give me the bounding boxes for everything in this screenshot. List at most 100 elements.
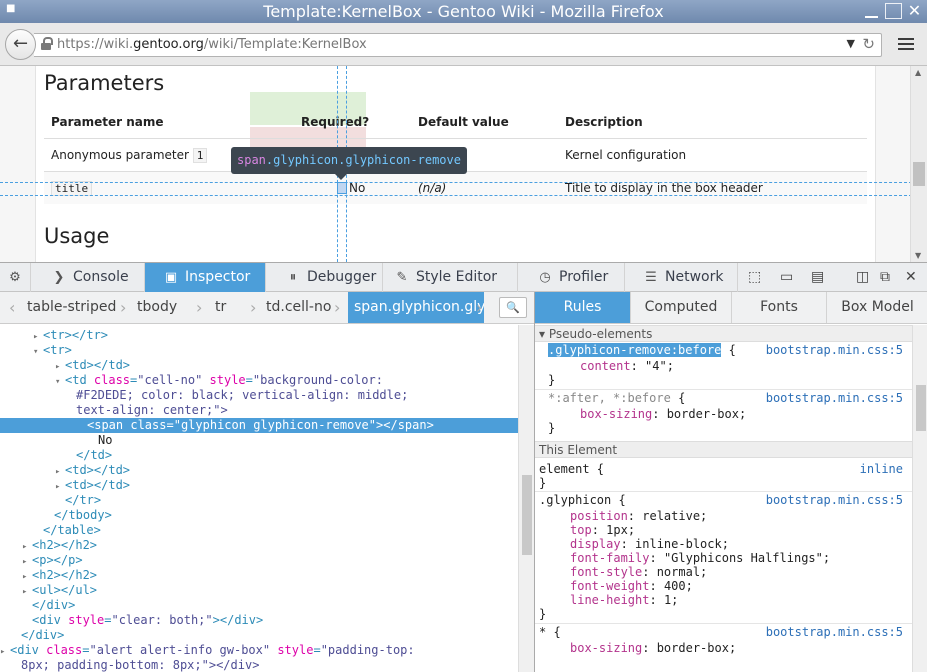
- param-description: Title to display in the box header: [565, 181, 763, 195]
- url-dropdown-icon[interactable]: ▼: [847, 37, 855, 50]
- markup-node[interactable]: No: [0, 433, 518, 448]
- reload-icon[interactable]: ↻: [862, 35, 875, 53]
- table-header-row: Parameter name Required? Default value D…: [44, 110, 867, 138]
- css-rule-selector[interactable]: * {bootstrap.min.css:5: [539, 625, 912, 639]
- markup-node[interactable]: ▸ <ul></ul>: [0, 583, 518, 598]
- markup-node[interactable]: </table>: [0, 523, 518, 538]
- attribute-name: style: [270, 643, 314, 657]
- css-declaration[interactable]: line-height: 1;: [570, 593, 912, 607]
- breadcrumb-scroll-left-icon[interactable]: ‹: [9, 292, 15, 323]
- tab-profiler[interactable]: ◷ Profiler: [518, 263, 625, 292]
- rules-scrollbar[interactable]: [912, 325, 927, 672]
- pick-element-icon[interactable]: ⬚: [748, 269, 761, 285]
- css-declaration[interactable]: font-weight: 400;: [570, 579, 912, 593]
- breadcrumb-item-selected[interactable]: span.glyphicon.gly: [348, 292, 484, 323]
- search-icon[interactable]: 🔍: [499, 297, 527, 318]
- tag-name: </td>: [76, 448, 113, 462]
- markup-node[interactable]: ▸ <td></td>: [0, 478, 518, 493]
- tab-inspector[interactable]: ▣ Inspector: [145, 263, 266, 292]
- lock-icon[interactable]: [41, 37, 53, 51]
- responsive-mode-icon[interactable]: ▤: [811, 269, 824, 285]
- markup-node[interactable]: </div>: [0, 628, 518, 643]
- tab-debugger[interactable]: ⏸ Debugger: [266, 263, 383, 292]
- markup-node[interactable]: 8px; padding-bottom: 8px;"></div>: [0, 658, 518, 672]
- url-bar[interactable]: https://wiki.gentoo.org/wiki/Template:Ke…: [34, 33, 882, 57]
- css-rule-selector[interactable]: element {inline: [539, 462, 912, 476]
- markup-node[interactable]: ▸ <td></td>: [0, 463, 518, 478]
- css-source-link: inline: [859, 462, 903, 476]
- markup-node[interactable]: </td>: [0, 448, 518, 463]
- markup-node[interactable]: ▸ <tr></tr>: [0, 328, 518, 343]
- header-description: Description: [565, 115, 643, 129]
- markup-scrollbar[interactable]: [518, 325, 534, 672]
- markup-node[interactable]: </div>: [0, 598, 518, 613]
- hamburger-menu-icon[interactable]: [893, 35, 919, 55]
- tab-network[interactable]: ☰ Network: [625, 263, 738, 292]
- minimize-button[interactable]: [863, 3, 880, 19]
- scrollbar-thumb[interactable]: [913, 162, 925, 186]
- tab-rules[interactable]: Rules: [535, 292, 631, 323]
- markup-node[interactable]: </tbody>: [0, 508, 518, 523]
- css-declaration[interactable]: top: 1px;: [570, 523, 912, 537]
- dock-side-icon[interactable]: ◫: [856, 269, 869, 285]
- css-declaration[interactable]: position: relative;: [570, 509, 912, 523]
- breadcrumb-scroll-right-icon[interactable]: ›: [476, 292, 482, 323]
- scrollbar-thumb[interactable]: [916, 385, 926, 431]
- tag-name: ></div>: [212, 613, 264, 627]
- markup-node[interactable]: <div style="clear: both;"></div>: [0, 613, 518, 628]
- rules-view[interactable]: ▾ Pseudo-elements .glyphicon-remove:befo…: [535, 325, 912, 672]
- tab-style-editor[interactable]: ✎ Style Editor: [383, 263, 518, 292]
- pseudo-elements-header[interactable]: ▾ Pseudo-elements: [535, 325, 912, 342]
- tab-computed[interactable]: Computed: [631, 292, 732, 323]
- markup-node[interactable]: ▾ <td class="cell-no" style="background-c…: [0, 373, 518, 388]
- markup-node[interactable]: ▸ <h2></h2>: [0, 568, 518, 583]
- header-parameter-name: Parameter name: [51, 115, 164, 129]
- breadcrumb-item[interactable]: td.cell-no: [266, 292, 331, 323]
- close-devtools-icon[interactable]: ✕: [905, 269, 917, 285]
- markup-node[interactable]: ▸ <div class="alert alert-info gw-box" st…: [0, 643, 518, 658]
- undock-window-icon[interactable]: ⧉: [880, 269, 890, 285]
- scrollbar-thumb[interactable]: [522, 475, 532, 555]
- back-button[interactable]: ←: [5, 29, 36, 60]
- markup-node[interactable]: ▸ <p></p>: [0, 553, 518, 568]
- css-rule-close: }: [548, 373, 556, 387]
- sidebar-tabs: Rules Computed Fonts Box Model: [535, 292, 927, 324]
- markup-node[interactable]: ▸ <h2></h2>: [0, 538, 518, 553]
- markup-node[interactable]: text-align: center;">: [0, 403, 518, 418]
- css-declaration[interactable]: content: "4";: [580, 359, 912, 373]
- css-source-link[interactable]: bootstrap.min.css:5: [766, 493, 903, 507]
- url-text[interactable]: https://wiki.gentoo.org/wiki/Template:Ke…: [57, 37, 367, 52]
- breadcrumb-item[interactable]: tr: [215, 292, 226, 323]
- breadcrumb-item[interactable]: tbody: [137, 292, 177, 323]
- text-node: No: [98, 433, 113, 447]
- split-console-icon[interactable]: ▭: [780, 269, 793, 285]
- css-declaration[interactable]: display: inline-block;: [570, 537, 912, 551]
- css-declaration[interactable]: box-sizing: border-box;: [570, 641, 912, 655]
- markup-node[interactable]: </tr>: [0, 493, 518, 508]
- css-source-link[interactable]: bootstrap.min.css:5: [766, 625, 903, 639]
- css-rule-selector[interactable]: .glyphicon-remove:before {bootstrap.min.…: [548, 343, 912, 357]
- css-declaration[interactable]: box-sizing: border-box;: [580, 407, 912, 421]
- css-source-link[interactable]: bootstrap.min.css:5: [766, 343, 903, 357]
- close-window-button[interactable]: ✕: [906, 3, 923, 19]
- markup-node[interactable]: ▸ <td></td>: [0, 358, 518, 373]
- markup-node[interactable]: ▾ <tr>: [0, 343, 518, 358]
- markup-view[interactable]: ▸ <tr></tr> ▾ <tr> ▸ <td></td> ▾ <td class="cel…: [0, 325, 518, 672]
- maximize-button[interactable]: [885, 3, 902, 19]
- scroll-up-icon[interactable]: ▲: [915, 68, 921, 77]
- page-scrollbar[interactable]: ▲ ▼: [910, 66, 927, 262]
- attribute-value: text-align: center;">: [76, 403, 228, 417]
- breadcrumb-item[interactable]: table-striped: [27, 292, 116, 323]
- scroll-down-icon[interactable]: ▼: [915, 251, 921, 260]
- markup-node-selected[interactable]: <span class="glyphicon glyphicon-remove"…: [0, 418, 518, 433]
- tab-console[interactable]: ❯ Console: [31, 263, 145, 292]
- css-declaration[interactable]: font-style: normal;: [570, 565, 912, 579]
- css-declaration[interactable]: font-family: "Glyphicons Halflings";: [570, 551, 912, 565]
- tab-fonts[interactable]: Fonts: [732, 292, 827, 323]
- tab-box-model[interactable]: Box Model: [827, 292, 927, 323]
- toolbox-options-tab[interactable]: ⚙: [0, 263, 31, 292]
- css-rule-selector[interactable]: .glyphicon {bootstrap.min.css:5: [539, 493, 912, 507]
- css-rule-selector[interactable]: *:after, *:before {bootstrap.min.css:5: [548, 391, 912, 405]
- css-source-link[interactable]: bootstrap.min.css:5: [766, 391, 903, 405]
- markup-node[interactable]: #F2DEDE; color: black; vertical-align: m…: [0, 388, 518, 403]
